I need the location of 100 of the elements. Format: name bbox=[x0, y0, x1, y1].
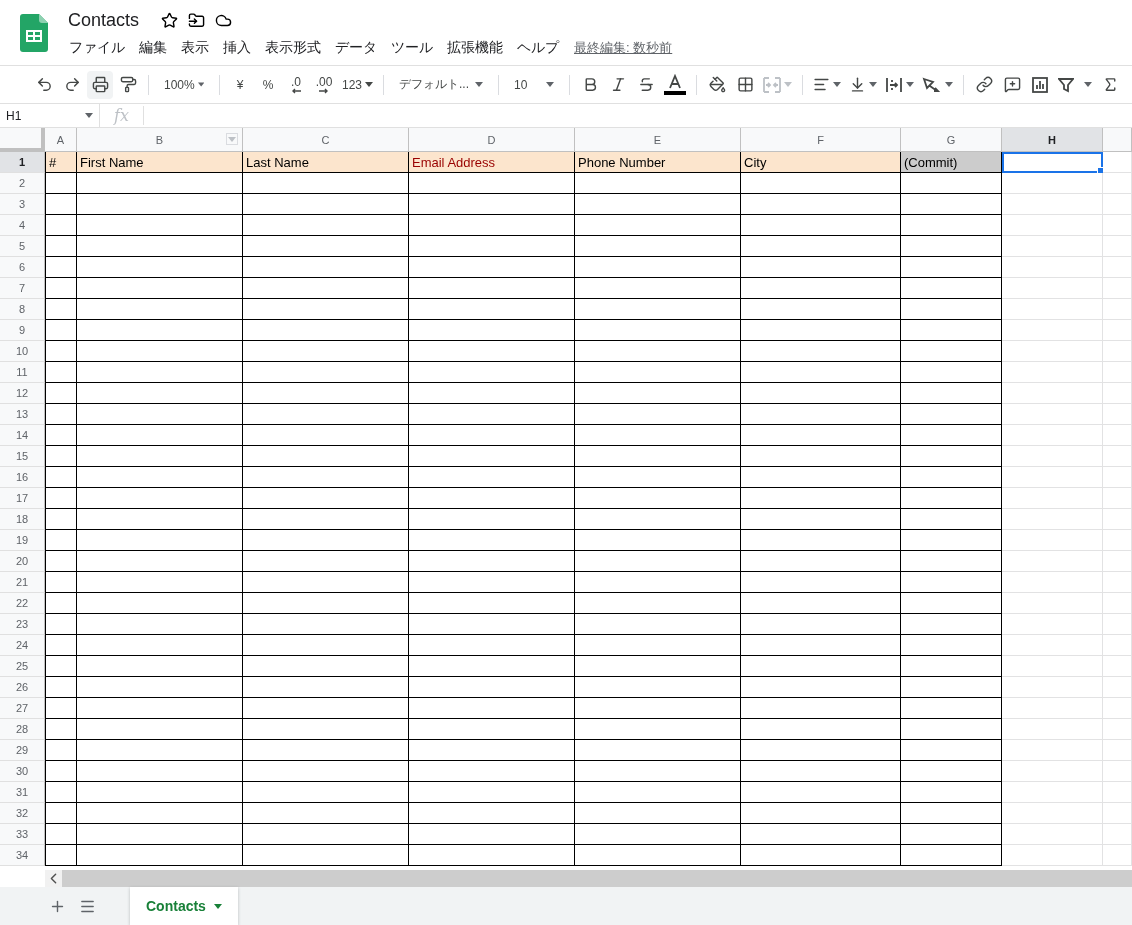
table-cell[interactable] bbox=[901, 761, 1002, 782]
table-cell[interactable] bbox=[243, 383, 409, 404]
table-cell[interactable] bbox=[77, 236, 243, 257]
table-cell[interactable] bbox=[575, 236, 741, 257]
table-cell[interactable] bbox=[45, 572, 77, 593]
table-cell[interactable] bbox=[77, 362, 243, 383]
table-cell[interactable] bbox=[741, 236, 901, 257]
selected-cell[interactable] bbox=[1002, 152, 1103, 173]
table-cell[interactable] bbox=[901, 593, 1002, 614]
table-cell[interactable] bbox=[243, 677, 409, 698]
table-cell[interactable] bbox=[575, 593, 741, 614]
table-cell[interactable] bbox=[77, 509, 243, 530]
table-cell[interactable] bbox=[45, 404, 77, 425]
table-cell[interactable] bbox=[45, 362, 77, 383]
table-cell[interactable] bbox=[243, 236, 409, 257]
table-cell[interactable] bbox=[575, 488, 741, 509]
table-cell[interactable] bbox=[243, 299, 409, 320]
column-header[interactable]: A bbox=[45, 128, 77, 152]
table-cell[interactable] bbox=[45, 698, 77, 719]
table-cell[interactable] bbox=[575, 173, 741, 194]
table-cell[interactable] bbox=[77, 320, 243, 341]
menu-item[interactable]: 拡張機能 bbox=[440, 37, 510, 59]
row-number[interactable]: 23 bbox=[0, 614, 45, 635]
sheet-tab[interactable]: Contacts bbox=[130, 887, 238, 925]
table-cell[interactable] bbox=[575, 194, 741, 215]
row-number[interactable]: 30 bbox=[0, 761, 45, 782]
table-cell[interactable] bbox=[409, 257, 575, 278]
row-number[interactable]: 1 bbox=[0, 152, 45, 173]
table-cell[interactable] bbox=[77, 341, 243, 362]
table-cell[interactable] bbox=[45, 236, 77, 257]
menu-item[interactable]: 表示形式 bbox=[258, 37, 328, 59]
table-cell[interactable] bbox=[45, 530, 77, 551]
table-cell[interactable] bbox=[575, 299, 741, 320]
row-number[interactable]: 29 bbox=[0, 740, 45, 761]
table-cell[interactable] bbox=[45, 719, 77, 740]
table-cell[interactable] bbox=[243, 656, 409, 677]
table-cell[interactable] bbox=[77, 551, 243, 572]
table-cell[interactable] bbox=[901, 236, 1002, 257]
table-cell[interactable] bbox=[243, 446, 409, 467]
table-cell[interactable] bbox=[575, 383, 741, 404]
table-cell[interactable] bbox=[901, 551, 1002, 572]
table-cell[interactable] bbox=[409, 761, 575, 782]
menu-item[interactable]: データ bbox=[328, 37, 384, 59]
table-cell[interactable] bbox=[901, 824, 1002, 845]
row-number[interactable]: 26 bbox=[0, 677, 45, 698]
table-cell[interactable] bbox=[901, 341, 1002, 362]
table-cell[interactable] bbox=[77, 215, 243, 236]
row-number[interactable]: 33 bbox=[0, 824, 45, 845]
table-cell[interactable] bbox=[77, 404, 243, 425]
table-cell[interactable] bbox=[741, 383, 901, 404]
table-cell[interactable] bbox=[409, 446, 575, 467]
table-cell[interactable] bbox=[243, 509, 409, 530]
table-cell[interactable] bbox=[77, 656, 243, 677]
table-cell[interactable] bbox=[901, 782, 1002, 803]
table-cell[interactable] bbox=[901, 614, 1002, 635]
table-cell[interactable] bbox=[901, 446, 1002, 467]
row-number[interactable]: 17 bbox=[0, 488, 45, 509]
table-cell[interactable] bbox=[45, 173, 77, 194]
decimal-button[interactable]: .00 bbox=[311, 70, 337, 99]
table-cell[interactable] bbox=[901, 740, 1002, 761]
last-edit-link[interactable]: 最終編集: 数秒前 bbox=[574, 39, 673, 57]
row-number[interactable]: 18 bbox=[0, 509, 45, 530]
table-cell[interactable] bbox=[77, 761, 243, 782]
table-cell[interactable] bbox=[409, 194, 575, 215]
table-cell[interactable] bbox=[741, 614, 901, 635]
column-header[interactable]: B bbox=[77, 128, 243, 152]
format-button[interactable]: ¥ bbox=[227, 70, 253, 99]
table-cell[interactable] bbox=[575, 740, 741, 761]
table-cell[interactable] bbox=[409, 824, 575, 845]
table-cell[interactable] bbox=[243, 488, 409, 509]
table-cell[interactable] bbox=[45, 782, 77, 803]
table-cell[interactable] bbox=[741, 677, 901, 698]
table-cell[interactable] bbox=[243, 761, 409, 782]
table-cell[interactable] bbox=[77, 614, 243, 635]
table-cell[interactable] bbox=[77, 719, 243, 740]
table-cell[interactable] bbox=[741, 719, 901, 740]
table-cell[interactable] bbox=[409, 341, 575, 362]
table-cell[interactable] bbox=[575, 635, 741, 656]
table-cell[interactable] bbox=[741, 761, 901, 782]
column-header[interactable]: G bbox=[901, 128, 1002, 152]
table-cell[interactable] bbox=[901, 383, 1002, 404]
table-cell[interactable] bbox=[409, 320, 575, 341]
table-cell[interactable] bbox=[741, 740, 901, 761]
table-cell[interactable] bbox=[77, 845, 243, 866]
table-cell[interactable] bbox=[45, 635, 77, 656]
table-cell[interactable] bbox=[77, 257, 243, 278]
table-cell[interactable] bbox=[575, 215, 741, 236]
row-number[interactable]: 8 bbox=[0, 299, 45, 320]
table-cell[interactable] bbox=[575, 278, 741, 299]
print-button[interactable] bbox=[87, 70, 113, 99]
table-cell[interactable] bbox=[741, 656, 901, 677]
document-title[interactable]: Contacts bbox=[68, 10, 140, 31]
table-cell[interactable] bbox=[77, 698, 243, 719]
table-cell[interactable] bbox=[741, 845, 901, 866]
table-cell[interactable] bbox=[901, 194, 1002, 215]
table-cell[interactable] bbox=[901, 572, 1002, 593]
table-cell[interactable] bbox=[243, 593, 409, 614]
table-cell[interactable] bbox=[741, 803, 901, 824]
table-cell[interactable] bbox=[45, 215, 77, 236]
table-cell[interactable] bbox=[77, 467, 243, 488]
